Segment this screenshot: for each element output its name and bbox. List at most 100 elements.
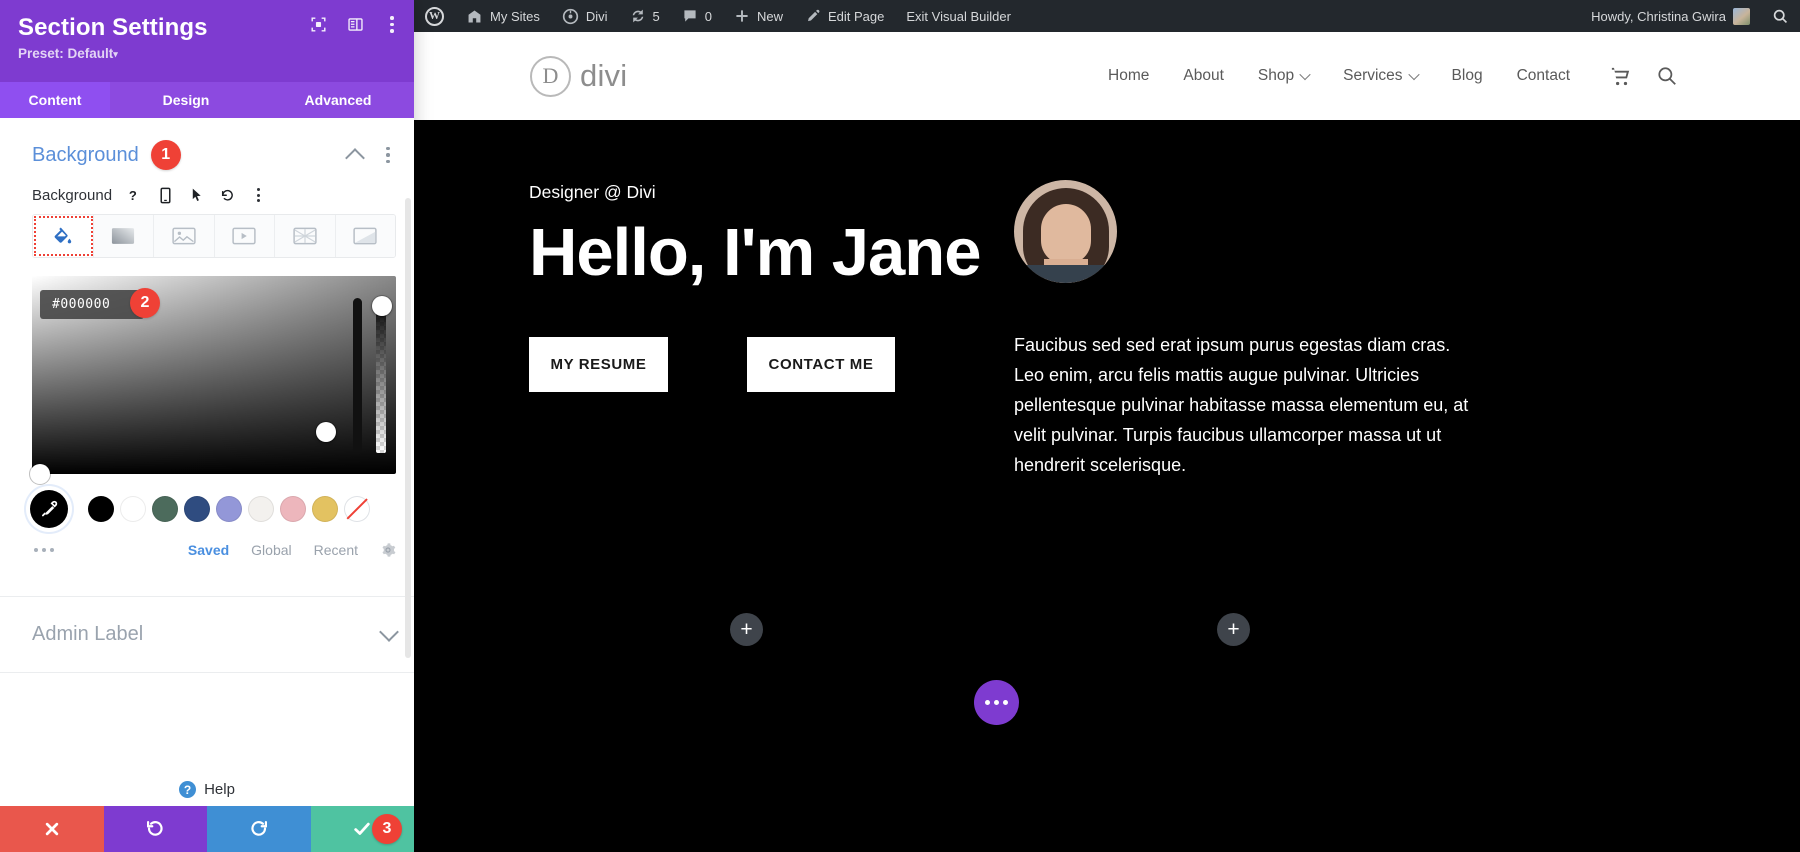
nav-item-home[interactable]: Home [1091, 67, 1166, 85]
chevron-down-icon[interactable] [379, 622, 399, 642]
section-more-icon[interactable] [380, 147, 396, 164]
background-gradient-tab[interactable] [94, 215, 155, 257]
tab-content[interactable]: Content [0, 82, 110, 118]
wp-edit-page-label: Edit Page [828, 9, 884, 24]
wp-exit-vb-label: Exit Visual Builder [906, 9, 1011, 24]
swatch-pink[interactable] [280, 496, 306, 522]
search-icon [1772, 8, 1789, 25]
wp-exit-visual-builder[interactable]: Exit Visual Builder [895, 0, 1022, 32]
chevron-down-icon: ▾ [113, 49, 118, 59]
reset-icon[interactable] [218, 186, 236, 204]
tab-advanced[interactable]: Advanced [262, 82, 414, 118]
eyedropper-button[interactable] [30, 490, 68, 528]
my-resume-button[interactable]: MY RESUME [529, 337, 668, 392]
more-vertical-icon[interactable] [384, 16, 400, 33]
swatch-none[interactable] [344, 496, 370, 522]
swatch-navy[interactable] [184, 496, 210, 522]
palette-tab-saved[interactable]: Saved [188, 542, 229, 558]
wordpress-logo-icon: W [425, 7, 444, 26]
swatch-periwinkle[interactable] [216, 496, 242, 522]
hex-value: #000000 [52, 297, 110, 312]
cart-icon[interactable] [1609, 65, 1632, 88]
panel-header: Section Settings Preset: Default▾ [0, 0, 414, 82]
saturation-handle-secondary[interactable] [30, 464, 50, 484]
wp-updates[interactable]: 5 [619, 0, 671, 32]
contact-me-button[interactable]: CONTACT ME [747, 337, 895, 392]
background-image-tab[interactable] [154, 215, 215, 257]
focus-target-icon[interactable] [310, 16, 327, 33]
color-picker[interactable]: #000000 2 [32, 276, 396, 474]
hex-value-field[interactable]: #000000 [40, 290, 144, 319]
saturation-handle[interactable] [316, 422, 336, 442]
hero-heading: Hello, I'm Jane [529, 217, 1089, 289]
swatch-green[interactable] [152, 496, 178, 522]
save-button[interactable]: 3 [311, 806, 415, 852]
redo-button[interactable] [207, 806, 311, 852]
check-icon [352, 819, 372, 839]
nav-item-contact[interactable]: Contact [1500, 67, 1587, 85]
preset-selector[interactable]: Preset: Default▾ [18, 46, 396, 61]
nav-item-about[interactable]: About [1166, 67, 1241, 85]
divi-fab-button[interactable] [974, 680, 1019, 725]
palette-tab-global[interactable]: Global [251, 542, 291, 558]
background-pattern-tab[interactable] [275, 215, 336, 257]
alpha-handle[interactable] [372, 296, 392, 316]
alpha-slider[interactable] [376, 298, 386, 453]
hue-slider[interactable] [353, 298, 362, 453]
wp-divi[interactable]: Divi [551, 0, 619, 32]
background-field-label-row: Background ? [0, 186, 414, 214]
cancel-button[interactable] [0, 806, 104, 852]
wp-comments[interactable]: 0 [671, 0, 723, 32]
swatch-white[interactable] [120, 496, 146, 522]
avatar [1733, 8, 1750, 25]
mobile-icon[interactable] [156, 186, 174, 204]
step-badge-2: 2 [130, 288, 160, 318]
panel-tabs: Content Design Advanced [0, 82, 414, 118]
undo-button[interactable] [104, 806, 208, 852]
wp-logo-menu[interactable]: W [414, 0, 455, 32]
tab-design[interactable]: Design [110, 82, 262, 118]
wp-my-sites[interactable]: My Sites [455, 0, 551, 32]
admin-label-section-header[interactable]: Admin Label [0, 597, 414, 673]
layout-columns-icon[interactable] [347, 16, 364, 33]
gear-icon[interactable] [380, 542, 396, 558]
background-section-title: Background [32, 144, 139, 167]
swatch-gold[interactable] [312, 496, 338, 522]
wp-search-button[interactable] [1761, 0, 1800, 32]
wp-edit-page[interactable]: Edit Page [794, 0, 895, 32]
swatch-offwhite[interactable] [248, 496, 274, 522]
palette-tab-recent[interactable]: Recent [314, 542, 358, 558]
background-color-tab[interactable] [33, 215, 94, 257]
nav-item-blog[interactable]: Blog [1435, 67, 1500, 85]
hover-cursor-icon[interactable] [187, 186, 205, 204]
background-mask-tab[interactable] [336, 215, 396, 257]
more-swatches-icon[interactable] [34, 548, 54, 552]
color-swatches [30, 490, 396, 528]
updates-icon [630, 8, 646, 24]
hero-right-column: Faucibus sed sed erat ipsum purus egesta… [1014, 180, 1574, 480]
search-icon[interactable] [1656, 65, 1678, 87]
help-row[interactable]: ? Help [0, 771, 414, 806]
add-module-button-right[interactable]: + [1217, 613, 1250, 646]
panel-body: Background 1 Background ? [0, 118, 414, 771]
wp-admin-bar-right: Howdy, Christina Gwira [1580, 0, 1800, 32]
swatch-black[interactable] [88, 496, 114, 522]
nav-item-services[interactable]: Services [1326, 67, 1434, 85]
nav-item-shop[interactable]: Shop [1241, 67, 1326, 85]
hero-left-column: Designer @ Divi Hello, I'm Jane MY RESUM… [529, 182, 1089, 392]
wp-new[interactable]: New [723, 0, 794, 32]
site-header: D divi Home About Shop Services Blog Con… [414, 32, 1800, 120]
background-section-header[interactable]: Background 1 [0, 118, 414, 186]
plus-icon [734, 8, 750, 24]
panel-header-icons [310, 16, 400, 33]
more-options-icon[interactable] [249, 186, 267, 204]
panel-scrollbar[interactable] [405, 198, 411, 658]
background-video-tab[interactable] [215, 215, 276, 257]
saturation-area[interactable]: #000000 2 [32, 276, 396, 474]
background-type-tabs [32, 214, 396, 258]
chevron-up-icon[interactable] [345, 148, 365, 168]
help-icon[interactable]: ? [125, 186, 143, 204]
site-logo[interactable]: D divi [530, 56, 627, 97]
wp-account-menu[interactable]: Howdy, Christina Gwira [1580, 0, 1761, 32]
add-module-button-left[interactable]: + [730, 613, 763, 646]
